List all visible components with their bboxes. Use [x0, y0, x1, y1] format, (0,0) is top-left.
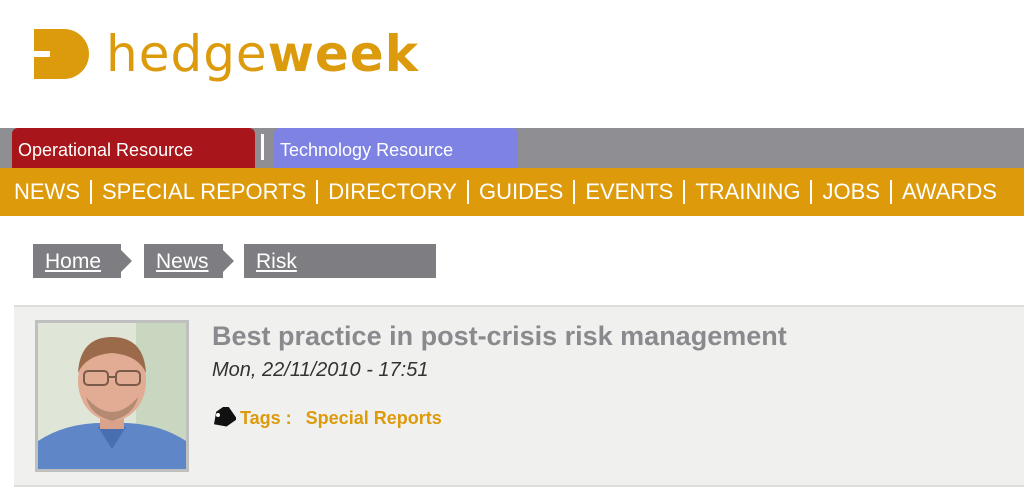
- tags-label: Tags :: [240, 407, 292, 428]
- breadcrumb-arrow-icon: [121, 250, 132, 272]
- tag-icon: [213, 407, 236, 427]
- nav-awards[interactable]: AWARDS: [892, 168, 1007, 216]
- nav-training[interactable]: TRAINING: [685, 168, 810, 216]
- nav-news[interactable]: NEWS: [0, 168, 90, 216]
- tag-link-special-reports[interactable]: Special Reports: [306, 408, 442, 429]
- breadcrumb-home[interactable]: Home: [33, 244, 121, 278]
- nav-events[interactable]: EVENTS: [575, 168, 683, 216]
- breadcrumb-risk-management[interactable]: Risk Management: [244, 244, 436, 309]
- nav-directory[interactable]: DIRECTORY: [318, 168, 467, 216]
- site-logo[interactable]: hedgeweek: [34, 24, 419, 84]
- article-card: Best practice in post-crisis risk manage…: [14, 305, 1024, 487]
- logo-mark-icon: [34, 29, 89, 79]
- nav-special-reports[interactable]: SPECIAL REPORTS: [92, 168, 316, 216]
- author-portrait-image: [38, 323, 186, 469]
- resource-tab-divider: [261, 134, 264, 160]
- nav-jobs[interactable]: JOBS: [812, 168, 889, 216]
- resource-centre-bar: Operational Resource Centre Technology R…: [0, 128, 1024, 204]
- breadcrumb-arrow-icon: [223, 250, 234, 272]
- article-title[interactable]: Best practice in post-crisis risk manage…: [212, 321, 787, 352]
- main-nav: NEWS SPECIAL REPORTS DIRECTORY GUIDES EV…: [0, 168, 1024, 216]
- tab-technology-resource-centre[interactable]: Technology Resource Centre: [274, 128, 518, 204]
- breadcrumb-news[interactable]: News: [144, 244, 223, 278]
- nav-guides[interactable]: GUIDES: [469, 168, 573, 216]
- article-tags: Tags : Special Reports: [210, 407, 442, 429]
- author-photo[interactable]: [35, 320, 189, 472]
- tab-operational-resource-centre[interactable]: Operational Resource Centre: [12, 128, 255, 204]
- logo-wordmark: hedgeweek: [106, 25, 419, 83]
- article-date: Mon, 22/11/2010 - 17:51: [212, 359, 429, 381]
